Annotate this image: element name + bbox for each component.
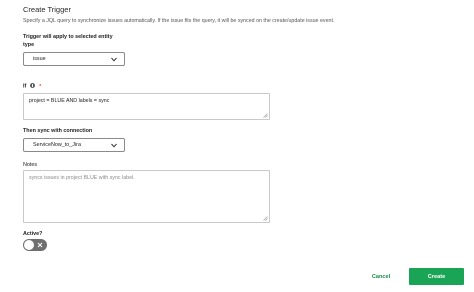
cancel-button[interactable]: Cancel [358, 269, 404, 285]
page-title: Create Trigger [23, 5, 71, 14]
query-label-row: If * [23, 83, 41, 90]
jql-query-value: project = BLUE AND labels = sync [29, 98, 110, 104]
resize-handle-icon[interactable] [263, 113, 268, 118]
page-description: Specify a JQL query to synchronize issue… [23, 18, 335, 24]
required-marker: * [39, 83, 42, 90]
info-icon[interactable] [29, 83, 35, 88]
type-label: type [23, 42, 35, 48]
notes-textarea[interactable]: syncs issues in project BLUE with sync l… [23, 170, 270, 223]
entity-heading: Trigger will apply to selected entity [23, 34, 113, 40]
chevron-down-icon [111, 143, 117, 148]
notes-label: Notes [23, 162, 38, 168]
resize-handle-icon[interactable] [263, 216, 268, 221]
toggle-knob [24, 240, 34, 250]
entity-type-select-value: issue [33, 56, 46, 62]
connection-select-value: ServiceNow_to_Jira [33, 142, 81, 148]
notes-placeholder: syncs issues in project BLUE with sync l… [29, 175, 135, 181]
create-trigger-page: Create Trigger Specify a JQL query to sy… [0, 0, 474, 292]
chevron-down-icon [111, 57, 117, 62]
jql-query-input[interactable]: project = BLUE AND labels = sync [23, 93, 270, 120]
x-icon [37, 242, 43, 248]
connection-select[interactable]: ServiceNow_to_Jira [23, 138, 125, 152]
entity-type-select[interactable]: issue [23, 52, 125, 66]
connection-label: Then sync with connection [23, 128, 93, 134]
query-label: If [23, 83, 27, 90]
active-label: Active? [23, 231, 43, 237]
active-toggle[interactable] [23, 239, 47, 251]
create-button[interactable]: Create [409, 268, 464, 285]
